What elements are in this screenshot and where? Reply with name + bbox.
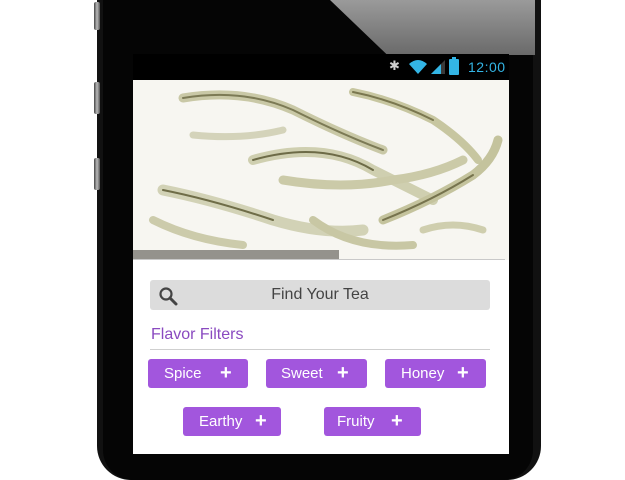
tea-leaves-image (149, 88, 503, 250)
divider (150, 349, 490, 350)
plus-icon: + (457, 362, 469, 384)
filter-chip-label: Spice (164, 365, 202, 382)
signal-icon (431, 60, 445, 74)
plus-icon: + (220, 362, 232, 384)
divider (133, 259, 505, 260)
filter-chip-label: Fruity (337, 413, 375, 430)
phone-volume-down-button (94, 158, 100, 190)
tea-of-the-day-banner[interactable]: Try the Tea of the Day (133, 80, 509, 260)
filter-chip-sweet[interactable]: Sweet + (266, 359, 367, 388)
plus-icon: + (337, 362, 349, 384)
flavor-filters-title: Flavor Filters (151, 326, 244, 343)
wifi-icon (409, 60, 427, 74)
plus-icon: + (255, 410, 267, 432)
filter-chip-spice[interactable]: Spice + (148, 359, 248, 388)
filter-chip-fruity[interactable]: Fruity + (324, 407, 421, 436)
search-input[interactable]: Find Your Tea (150, 280, 490, 310)
filter-chip-label: Honey (401, 365, 445, 382)
plus-icon: + (391, 410, 403, 432)
filter-chip-earthy[interactable]: Earthy + (183, 407, 281, 436)
status-time: 12:00 (468, 59, 506, 75)
search-bar[interactable]: Find Your Tea (150, 280, 490, 310)
bluetooth-icon: ✱ (389, 58, 400, 73)
filter-chip-honey[interactable]: Honey + (385, 359, 486, 388)
battery-icon (449, 57, 459, 75)
app-screen: ✱ 12:00 Find Your Tea Flavor Filters Spi… (133, 54, 509, 454)
phone-side-button (94, 2, 100, 30)
status-bar: ✱ 12:00 (133, 54, 509, 80)
filter-chip-label: Earthy (199, 413, 243, 430)
phone-volume-up-button (94, 82, 100, 114)
filter-chip-label: Sweet (281, 365, 323, 382)
